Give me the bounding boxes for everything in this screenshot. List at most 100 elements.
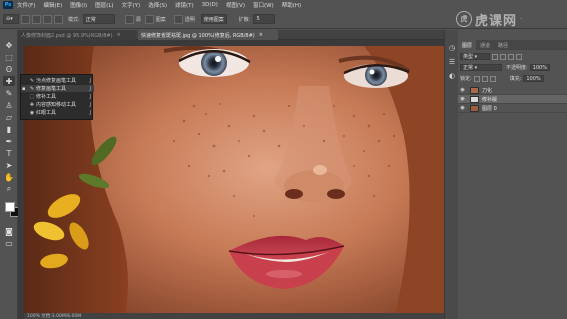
menu-edit[interactable]: 编辑(E) <box>43 1 62 9</box>
healing-brush-tool-icon[interactable]: ✚ <box>3 76 15 86</box>
flyout-item-red-eye[interactable]: ◉ 红眼工具 J <box>21 109 94 117</box>
menu-view[interactable]: 视图(V) <box>226 1 245 9</box>
lasso-tool-icon[interactable]: ʘ <box>3 64 15 74</box>
eraser-tool-icon[interactable]: ▱ <box>3 112 15 122</box>
filter-adjustment-icon[interactable] <box>500 53 506 60</box>
tab-paths[interactable]: 路径 <box>494 42 512 49</box>
panel-dock-strip: ◷ ☰ ◐ <box>444 30 458 319</box>
zoom-tool-icon[interactable]: ⌕ <box>3 184 15 194</box>
lock-label: 锁定: <box>460 76 472 82</box>
blend-mode-select[interactable]: 正常 ▾ <box>460 64 502 71</box>
healing-brush-icon: ✎ <box>29 85 35 92</box>
menu-select[interactable]: 选择(S) <box>148 1 167 9</box>
layer-name: 修补版 <box>482 96 498 103</box>
pattern-radio[interactable] <box>144 14 154 24</box>
new-selection-icon[interactable] <box>21 14 30 24</box>
watermark-dot: · <box>520 15 523 23</box>
menu-layer[interactable]: 图层(L) <box>95 1 113 9</box>
menu-help[interactable]: 帮助(H) <box>282 1 301 9</box>
filter-type-icon[interactable] <box>508 53 514 60</box>
menu-filter[interactable]: 滤镜(T) <box>175 1 194 9</box>
blend-row: 正常 ▾ 不透明度: 100% <box>460 63 565 72</box>
lock-pixels-icon[interactable] <box>473 75 480 82</box>
filter-shape-icon[interactable] <box>516 53 522 60</box>
menu-window[interactable]: 窗口(W) <box>253 1 274 9</box>
photoshop-logo[interactable]: Ps <box>3 1 13 9</box>
flyout-item-shortcut: J <box>89 101 91 108</box>
layer-filter-row: 类型 ▾ <box>460 52 565 61</box>
tab-document-1-label: 人像修饰封面2.psd @ 95.9%(RGB/8#) <box>21 32 113 39</box>
hand-tool-icon[interactable]: ✋ <box>3 172 15 182</box>
fill-label: 填充: <box>509 76 522 82</box>
lock-position-icon[interactable] <box>481 75 488 82</box>
tab-layers[interactable]: 图层 <box>458 40 477 50</box>
menu-type[interactable]: 文字(Y) <box>122 1 141 9</box>
visibility-eye-icon[interactable]: ◉ <box>458 105 467 111</box>
flyout-item-shortcut: J <box>89 85 91 92</box>
foreground-color-swatch[interactable] <box>5 202 15 212</box>
properties-panel-icon[interactable]: ☰ <box>448 58 456 66</box>
layer-row[interactable]: ◉ 图层 0 <box>458 104 567 113</box>
mode-label: 模式: <box>68 16 80 23</box>
opacity-input[interactable]: 100% <box>529 64 550 71</box>
watermark: 虎 虎课网 · <box>456 8 561 30</box>
healing-tools-flyout: ✎ 污点修复画笔工具 J ▪ ✎ 修复画笔工具 J ⬚ 修补工具 J ✥ 内容感… <box>20 74 94 120</box>
visibility-eye-icon[interactable]: ◉ <box>458 96 467 102</box>
spot-healing-brush-icon: ✎ <box>29 77 35 84</box>
lock-all-icon[interactable] <box>489 75 496 82</box>
gradient-tool-icon[interactable]: ▮ <box>3 124 15 134</box>
flyout-item-patch[interactable]: ⬚ 修补工具 J <box>21 93 94 101</box>
lock-row: 锁定: 填充: 100% <box>460 74 565 83</box>
menu-image[interactable]: 图像(I) <box>70 1 87 9</box>
tools-panel: ✥ ⬚ ʘ ✚ ✎ ♙ ▱ ▮ ✒ T ➤ ✋ ⌕ ◙ ▭ <box>0 30 20 319</box>
blend-mode-value: 正常 <box>463 65 474 71</box>
history-panel-icon[interactable]: ◷ <box>448 44 456 52</box>
layer-thumbnail <box>470 86 479 94</box>
close-icon[interactable]: × <box>259 32 263 38</box>
status-bar: 100% 文档:3.00M/6.00M <box>24 313 444 319</box>
flyout-item-label: 修复画笔工具 <box>36 86 67 92</box>
layer-kind-filter[interactable]: 类型 ▾ <box>460 53 490 60</box>
subtract-selection-icon[interactable] <box>43 14 52 24</box>
adjustments-panel-icon[interactable]: ◐ <box>448 72 456 80</box>
source-radio[interactable] <box>124 14 134 24</box>
path-selection-tool-icon[interactable]: ➤ <box>3 160 15 170</box>
flyout-item-label: 内容感知移动工具 <box>36 102 77 108</box>
layer-row[interactable]: ◉ 刀化 <box>458 86 567 95</box>
opacity-label: 不透明度: <box>506 65 528 71</box>
intersect-selection-icon[interactable] <box>54 14 63 24</box>
layer-name: 刀化 <box>482 87 493 94</box>
fill-input[interactable]: 100% <box>523 75 544 82</box>
content-aware-move-icon: ✥ <box>29 101 35 108</box>
clone-stamp-tool-icon[interactable]: ♙ <box>3 100 15 110</box>
menu-3d[interactable]: 3D(D) <box>202 2 218 8</box>
tab-document-2[interactable]: 快速修复雀斑祛斑.jpg @ 100%(修复后, RGB/8#) × <box>138 30 278 40</box>
use-pattern-button[interactable]: 使用图案 <box>200 14 227 24</box>
tool-preset-picker[interactable]: ⊖▾ <box>3 14 19 24</box>
marquee-tool-icon[interactable]: ⬚ <box>3 52 15 62</box>
move-tool-icon[interactable]: ✥ <box>3 40 15 50</box>
type-tool-icon[interactable]: T <box>3 148 15 158</box>
tab-channels[interactable]: 通道 <box>476 42 494 49</box>
flyout-item-healing-brush[interactable]: ▪ ✎ 修复画笔工具 J <box>21 85 94 92</box>
flyout-item-spot-healing-brush[interactable]: ✎ 污点修复画笔工具 J <box>21 77 94 85</box>
filter-pixel-icon[interactable] <box>492 53 498 60</box>
mode-select[interactable]: 正常 <box>82 14 115 24</box>
brush-tool-icon[interactable]: ✎ <box>3 88 15 98</box>
menu-file[interactable]: 文件(F) <box>17 1 35 9</box>
screen-mode-icon[interactable]: ▭ <box>3 238 15 248</box>
fill-value: 100% <box>526 75 541 82</box>
quick-mask-icon[interactable]: ◙ <box>3 226 15 236</box>
pen-tool-icon[interactable]: ✒ <box>3 136 15 146</box>
flyout-item-label: 污点修复画笔工具 <box>36 78 77 84</box>
close-icon[interactable]: × <box>117 32 121 38</box>
flyout-item-shortcut: J <box>89 93 91 100</box>
diffusion-input[interactable]: 5 <box>253 14 276 24</box>
transparent-checkbox[interactable] <box>173 14 183 24</box>
add-selection-icon[interactable] <box>32 14 41 24</box>
mode-value: 正常 <box>85 16 96 23</box>
visibility-eye-icon[interactable]: ◉ <box>458 87 467 93</box>
tab-document-1[interactable]: 人像修饰封面2.psd @ 95.9%(RGB/8#) × <box>18 30 136 40</box>
flyout-item-content-aware-move[interactable]: ✥ 内容感知移动工具 J <box>21 101 94 109</box>
layer-row-selected[interactable]: ◉ 修补版 <box>458 95 567 104</box>
